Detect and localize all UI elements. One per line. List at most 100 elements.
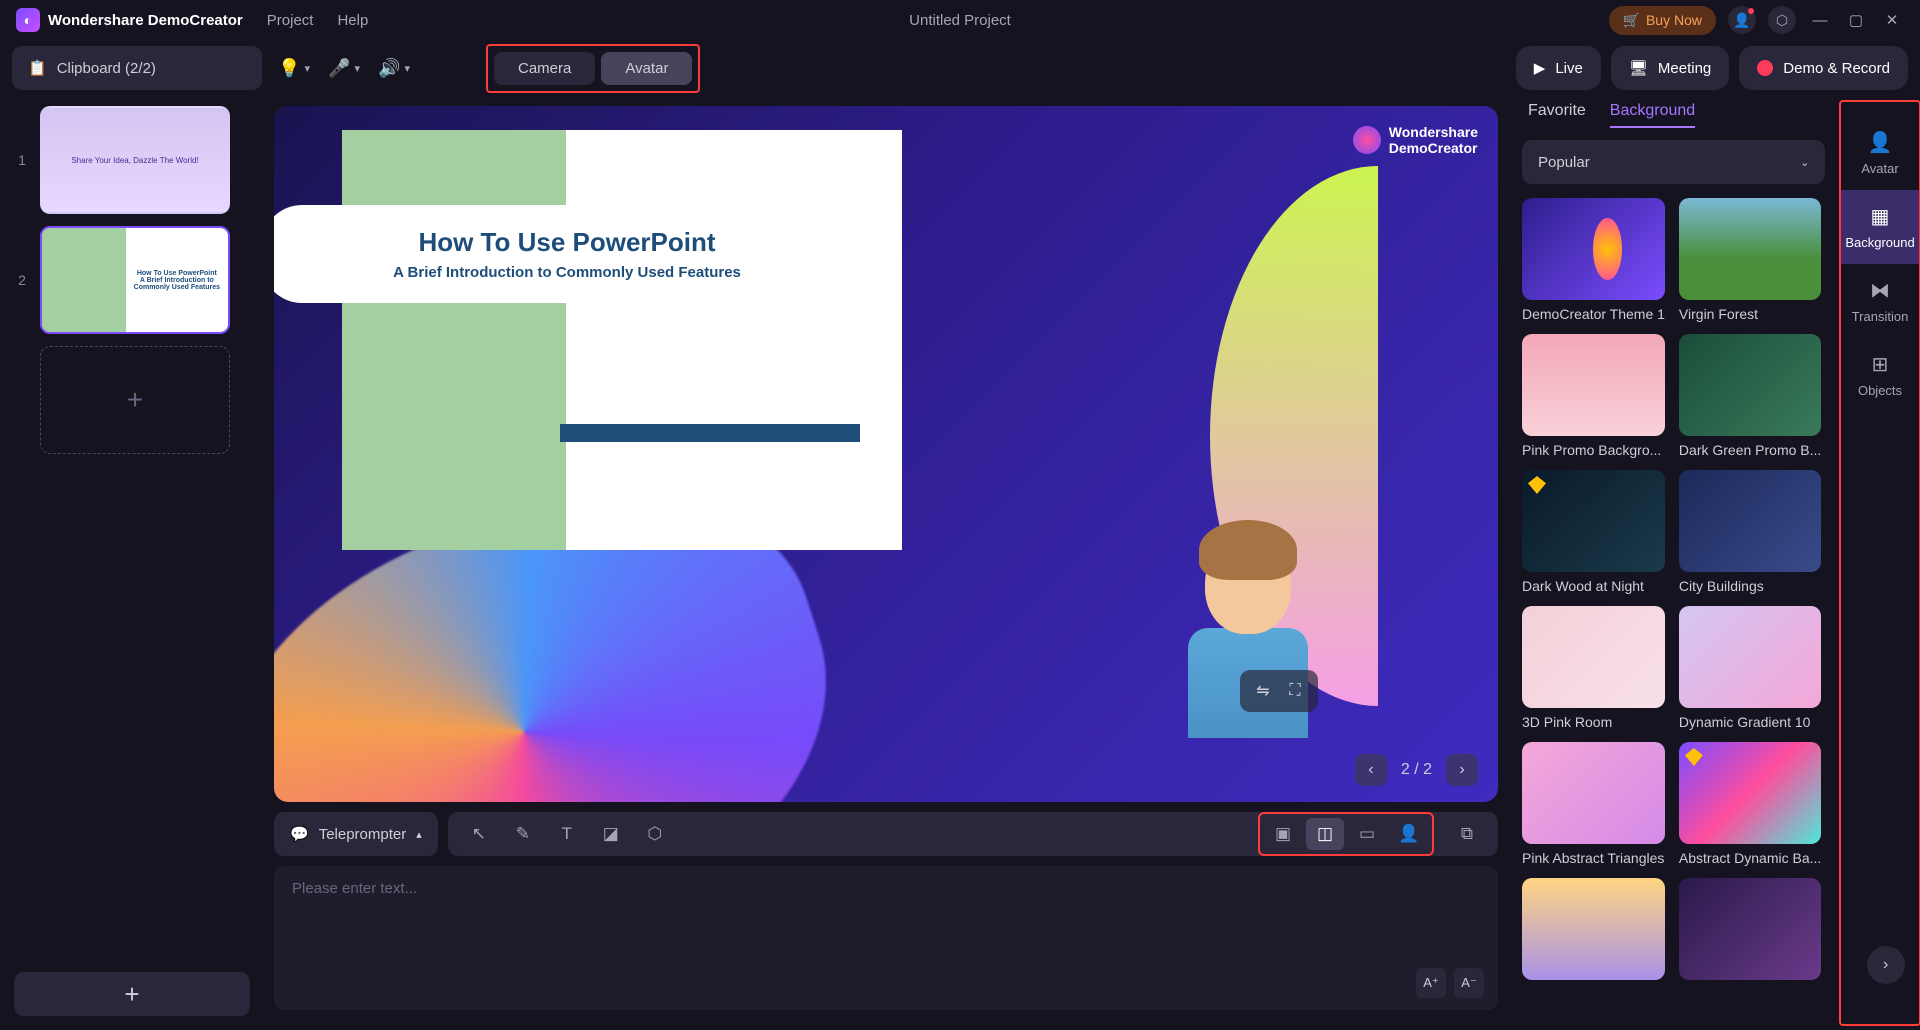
cloud-icon[interactable]: ⬡ [1768,6,1796,34]
bg-item[interactable]: Pink Promo Backgro... [1522,334,1665,458]
slide-subtitle: A Brief Introduction to Commonly Used Fe… [276,264,858,281]
flip-icon[interactable]: ⇋ [1250,678,1276,704]
mic-button[interactable]: 🎤▾ [322,48,366,88]
avatar-icon: 👤 [1868,130,1893,155]
bg-item[interactable]: Dark Green Promo B... [1679,334,1821,458]
canvas[interactable]: How To Use PowerPoint A Brief Introducti… [274,106,1498,802]
close-button[interactable]: ✕ [1880,8,1904,32]
demo-record-button[interactable]: Demo & Record [1739,46,1908,90]
layout-group: ▣ ◫ ▭ 👤 [1258,812,1434,856]
avatar-tools: ⇋ ⛶ [1240,670,1318,712]
avatar-tab[interactable]: Avatar [601,52,692,85]
app-logo: ◐ Wondershare DemoCreator [16,8,243,32]
teleprompter-toggle[interactable]: 💬 Teleprompter ▴ [274,812,438,856]
slide-number: 2 [14,272,30,288]
pointer-tool[interactable]: ↖ [460,818,498,850]
text-tool[interactable]: T [548,818,586,850]
sticker-tool[interactable]: ◪ [592,818,630,850]
add-button[interactable]: + [14,972,250,1016]
slide-nav: ‹ 2 / 2 › [1355,754,1478,786]
canvas-watermark: WondershareDemoCreator [1353,124,1478,156]
layout-avatar-button[interactable]: 👤 [1390,818,1428,850]
menu-project[interactable]: Project [267,12,314,29]
bg-item[interactable] [1679,878,1821,980]
teleprompter-placeholder: Please enter text... [292,880,417,897]
tab-favorite[interactable]: Favorite [1528,102,1586,128]
rail-transition[interactable]: ⧓Transition [1841,264,1918,338]
buy-now-button[interactable]: 🛒Buy Now [1609,6,1716,35]
slide-thumbnail-1[interactable]: Share Your Idea, Dazzle The World! [40,106,230,214]
font-decrease-button[interactable]: A⁻ [1454,968,1484,998]
watermark-icon [1353,126,1381,154]
prev-slide-button[interactable]: ‹ [1355,754,1387,786]
toolbar: 📋 Clipboard (2/2) 💡▾ 🎤▾ 🔊▾ Camera Avatar… [0,40,1920,96]
meeting-button[interactable]: 🖥Meeting [1611,46,1729,90]
clipboard-icon: 📋 [28,59,47,77]
right-rail: 👤Avatar ▦Background ⧓Transition ⊞Objects… [1839,100,1920,1026]
center-area: How To Use PowerPoint A Brief Introducti… [264,96,1508,1030]
pen-tool[interactable]: ✎ [504,818,542,850]
camera-avatar-toggle: Camera Avatar [486,44,700,93]
clipboard-label: Clipboard (2/2) [57,60,156,77]
bg-item[interactable]: City Buildings [1679,470,1821,594]
tab-background[interactable]: Background [1610,102,1695,128]
rail-objects[interactable]: ⊞Objects [1841,338,1918,412]
live-button[interactable]: ▶Live [1516,46,1601,90]
chevron-up-icon: ▴ [416,828,422,841]
record-icon [1757,60,1773,76]
add-slide-button[interactable]: + [40,346,230,454]
rail-background[interactable]: ▦Background [1841,190,1918,264]
shape-tool[interactable]: ⬡ [636,818,674,850]
fullscreen-icon[interactable]: ⛶ [1282,678,1308,704]
bg-item[interactable]: 3D Pink Room [1522,606,1665,730]
background-icon: ▦ [1871,204,1890,229]
slide-number: 1 [14,152,30,168]
clipboard-button[interactable]: 📋 Clipboard (2/2) [12,46,262,90]
slide-thumbnail-2[interactable]: How To Use PowerPoint A Brief Introducti… [40,226,230,334]
camera-tab[interactable]: Camera [494,52,595,85]
thumb-sub: A Brief Introduction to Commonly Used Fe… [130,277,224,291]
titlebar: ◐ Wondershare DemoCreator Project Help U… [0,0,1920,40]
teleprompter-input[interactable]: Please enter text... A⁺ A⁻ [274,866,1498,1010]
bg-item[interactable]: DemoCreator Theme 1 [1522,198,1665,322]
thumb-title: How To Use PowerPoint [137,270,217,277]
account-icon[interactable]: 👤 [1728,6,1756,34]
meeting-icon: 🖥 [1629,59,1648,77]
avatar-figure[interactable] [1188,534,1308,754]
slides-sidebar: 1 Share Your Idea, Dazzle The World! 2 H… [0,96,264,1030]
popup-button[interactable]: ⧉ [1448,818,1486,850]
minimize-button[interactable]: — [1808,8,1832,32]
rail-avatar[interactable]: 👤Avatar [1841,116,1918,190]
next-slide-button[interactable]: › [1446,754,1478,786]
bg-item[interactable]: Pink Abstract Triangles [1522,742,1665,866]
transition-icon: ⧓ [1870,278,1890,303]
layout-pip-button[interactable]: ▣ [1264,818,1302,850]
slide-counter: 2 / 2 [1401,761,1432,779]
app-name: Wondershare DemoCreator [48,12,243,29]
chevron-down-icon: ⌄ [1800,156,1809,169]
bg-item[interactable]: Dynamic Gradient 10 [1679,606,1821,730]
logo-icon: ◐ [16,8,40,32]
layout-overlay-button[interactable]: ◫ [1306,818,1344,850]
maximize-button[interactable]: ▢ [1844,8,1868,32]
font-increase-button[interactable]: A⁺ [1416,968,1446,998]
layout-full-button[interactable]: ▭ [1348,818,1386,850]
chat-icon: 💬 [290,825,309,843]
menu-help[interactable]: Help [337,12,368,29]
thumb-text: Share Your Idea, Dazzle The World! [71,156,198,165]
live-icon: ▶ [1534,59,1546,77]
expand-button[interactable]: › [1867,946,1905,984]
project-title: Untitled Project [909,12,1011,29]
bg-item[interactable]: Virgin Forest [1679,198,1821,322]
category-select[interactable]: Popular ⌄ [1522,140,1825,184]
effects-button[interactable]: 💡▾ [272,48,316,88]
objects-icon: ⊞ [1872,352,1889,377]
bg-item[interactable]: Abstract Dynamic Ba... [1679,742,1821,866]
cart-icon: 🛒 [1623,12,1640,29]
background-grid: DemoCreator Theme 1 Virgin Forest Pink P… [1522,198,1825,980]
right-panel: Favorite Background Popular ⌄ DemoCreato… [1508,96,1920,1030]
premium-icon [1685,748,1703,766]
bg-item[interactable] [1522,878,1665,980]
bg-item[interactable]: Dark Wood at Night [1522,470,1665,594]
speaker-button[interactable]: 🔊▾ [372,48,416,88]
